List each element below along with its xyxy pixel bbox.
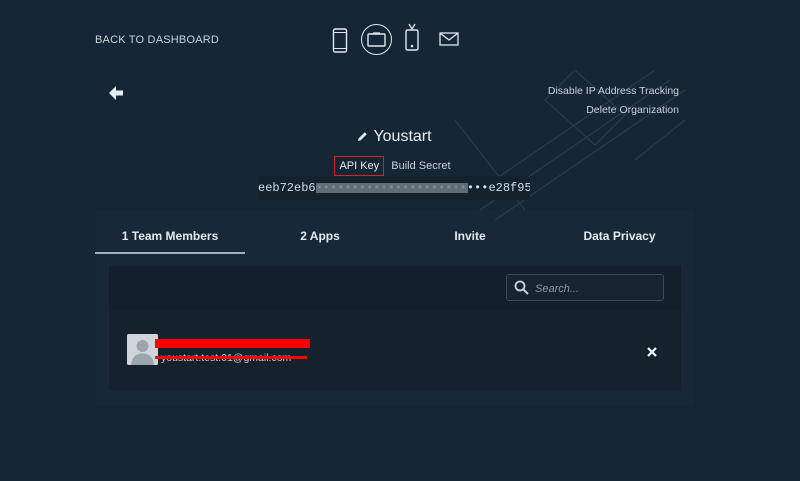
list-item[interactable]: youstart.test.01@gmail.com [109, 328, 681, 376]
redaction-bar [155, 339, 310, 348]
phone-icon[interactable] [331, 27, 349, 53]
back-arrow-icon[interactable] [107, 84, 125, 102]
key-blur-mask [316, 183, 468, 193]
tab-data-privacy[interactable]: Data Privacy [545, 220, 694, 252]
remove-member-icon[interactable] [645, 345, 659, 359]
tab-build-secret[interactable]: Build Secret [387, 157, 454, 175]
search-bar [109, 266, 681, 310]
redaction-line [155, 356, 307, 359]
tab-team-members[interactable]: 1 Team Members [95, 220, 245, 254]
section-tabs: 1 Team Members 2 Apps Invite Data Privac… [95, 220, 694, 254]
pencil-icon[interactable] [357, 129, 368, 141]
search-icon [514, 280, 529, 295]
search-field[interactable] [506, 274, 664, 301]
tab-apps[interactable]: 2 Apps [245, 220, 395, 252]
api-key-display[interactable]: eeb72eb6••••••••••••••••••••••••e28f9597 [258, 176, 530, 200]
tablet-icon[interactable] [361, 24, 392, 55]
tv-icon[interactable] [402, 22, 422, 52]
avatar [127, 334, 158, 365]
tab-api-key[interactable]: API Key [334, 156, 385, 176]
search-input[interactable] [533, 279, 659, 299]
disable-ip-tracking-link[interactable]: Disable IP Address Tracking [548, 85, 679, 97]
tab-invite[interactable]: Invite [395, 220, 545, 252]
organization-name[interactable]: Youstart [373, 128, 431, 145]
key-tabs: API Key Build Secret [95, 156, 694, 176]
back-to-dashboard-link[interactable]: BACK TO DASHBOARD [95, 34, 219, 46]
delete-organization-link[interactable]: Delete Organization [586, 104, 679, 116]
organization-panel: Disable IP Address Tracking Delete Organ… [95, 70, 694, 406]
organization-title: Youstart [95, 128, 694, 146]
team-members-section: youstart.test.01@gmail.com [109, 266, 681, 390]
mail-icon[interactable] [438, 31, 460, 47]
